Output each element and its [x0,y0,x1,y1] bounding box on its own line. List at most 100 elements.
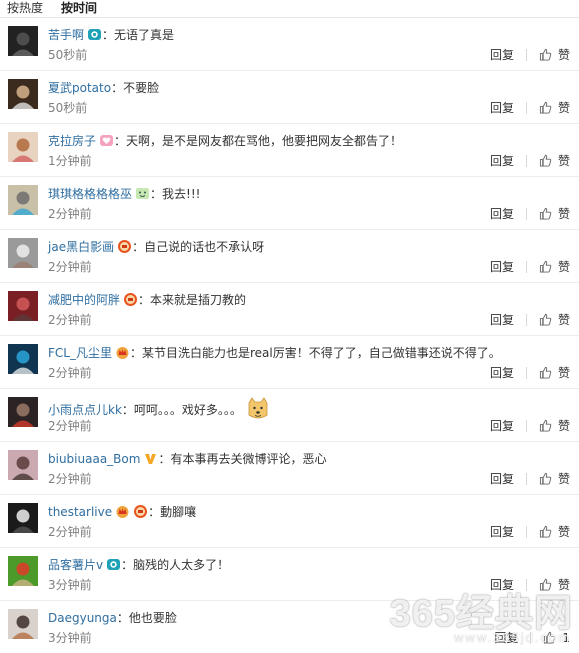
comment-line: jae黑白影画 ：自己说的话也不承认呀 [48,238,264,256]
username-link[interactable]: 夏武potato [48,81,111,95]
like-button[interactable]: 赞 [539,470,570,487]
comment-text: 他也要脸 [128,611,177,625]
comment-row: 夏武potato：不要脸 50秒前 回复 赞 [0,71,579,124]
like-label: 赞 [557,578,570,592]
comment-actions: 回复 赞 [490,152,570,169]
like-button[interactable]: 赞 [539,364,570,381]
comment-text: 有本事再去关微博评论，恶心 [170,452,327,466]
like-button[interactable]: 赞 [539,258,570,275]
like-button[interactable]: 赞 [539,99,570,116]
username-link[interactable]: jae黑白影画 [48,240,114,254]
comment-row: biubiuaaa_Bom ：有本事再去关微博评论，恶心 2分钟前 回复 赞 [0,442,579,495]
username-link[interactable]: 克拉房子 [48,134,96,148]
username-link[interactable]: 苦手啊 [48,28,84,42]
reply-button[interactable]: 回复 [490,576,514,593]
comment-actions: 回复 赞 [490,311,570,328]
comment-row: thestarlive ：動腳嚷 2分钟前 回复 赞 [0,495,579,548]
comment-line: 品客薯片v ：脑残的人太多了！ [48,556,229,574]
action-divider [525,366,527,379]
avatar[interactable] [8,556,38,586]
avatar[interactable] [8,291,38,321]
reply-button[interactable]: 回复 [490,258,514,275]
colon-separator: ： [121,403,134,417]
username-link[interactable]: 减肥中的阿胖 [48,293,120,307]
like-button[interactable]: 赞 [539,576,570,593]
comment-time: 2分钟前 [48,260,92,274]
username-link[interactable]: biubiuaaa_Bom [48,452,140,466]
username-link[interactable]: thestarlive [48,505,112,519]
comment-row: 减肥中的阿胖 ：本来就是插刀教的 2分钟前 回复 赞 [0,283,579,336]
reply-button[interactable]: 回复 [490,417,514,434]
reply-button[interactable]: 回复 [490,46,514,63]
comment-row: 克拉房子 ：天啊，是不是网友都在骂他，他要把网友全都告了！ 1分钟前 回复 赞 [0,124,579,177]
action-divider [525,525,527,538]
reply-button[interactable]: 回复 [490,364,514,381]
like-label: 赞 [557,48,570,62]
thumbs-up-icon [539,48,558,61]
like-button[interactable]: 赞 [539,417,570,434]
avatar[interactable] [8,344,38,374]
username-link[interactable]: Daegyunga [48,611,117,625]
comment-line: 苦手啊 ：无语了真是 [48,26,174,44]
tab-by-time[interactable]: 按时间 [61,0,97,17]
comment-time: 50秒前 [48,101,88,115]
comment-time: 3分钟前 [48,631,92,645]
username-link[interactable]: 琪琪格格格格巫 [48,187,132,201]
comment-actions: 回复 赞 [490,417,570,434]
like-button[interactable]: 1 [543,631,570,645]
like-label: 赞 [557,419,570,433]
reply-button[interactable]: 回复 [490,523,514,540]
action-divider [525,472,527,485]
comment-line: biubiuaaa_Bom ：有本事再去关微博评论，恶心 [48,450,326,468]
username-link[interactable]: 品客薯片v [48,558,103,572]
comment-time: 2分钟前 [48,207,92,221]
reply-button[interactable]: 回复 [490,99,514,116]
comment-text: 脑残的人太多了！ [133,558,230,572]
thumbs-up-icon [539,578,558,591]
like-button[interactable]: 赞 [539,311,570,328]
comment-line: 克拉房子 ：天啊，是不是网友都在骂他，他要把网友全都告了！ [48,132,402,150]
avatar[interactable] [8,79,38,109]
comment-text: 不要脸 [123,81,160,95]
comment-line: 夏武potato：不要脸 [48,79,159,97]
username-link[interactable]: FCL_凡尘里 [48,346,112,360]
reply-button[interactable]: 回复 [490,470,514,487]
reply-button[interactable]: 回复 [490,311,514,328]
avatar[interactable] [8,609,38,639]
red-badge-icon [123,292,138,312]
colon-separator: ： [138,293,151,307]
action-divider [525,207,527,220]
comment-row: 品客薯片v ：脑残的人太多了！ 3分钟前 回复 赞 [0,548,579,601]
avatar[interactable] [8,450,38,480]
sort-tabs: 按热度 按时间 [0,0,579,18]
avatar[interactable] [8,503,38,533]
thumbs-up-icon [539,154,558,167]
thumbs-up-icon [539,101,558,114]
comment-time: 2分钟前 [48,419,92,433]
avatar[interactable] [8,397,38,427]
colon-separator: ： [114,134,127,148]
comment-row: 琪琪格格格格巫 ：我去!!! 2分钟前 回复 赞 [0,177,579,230]
reply-button[interactable]: 回复 [490,205,514,222]
reply-button[interactable]: 回复 [490,152,514,169]
like-button[interactable]: 赞 [539,523,570,540]
like-label: 赞 [557,313,570,327]
thumbs-up-icon [539,366,558,379]
reply-button[interactable]: 回复 [494,629,518,646]
thumbs-up-icon [539,313,558,326]
avatar[interactable] [8,132,38,162]
avatar[interactable] [8,238,38,268]
tab-by-hot[interactable]: 按热度 [7,0,43,17]
username-link[interactable]: 小雨点点儿kk [48,403,122,417]
avatar[interactable] [8,185,38,215]
like-button[interactable]: 赞 [539,205,570,222]
avatar[interactable] [8,26,38,56]
camera-badge-icon [106,557,121,577]
red-badge-icon [133,504,148,524]
comment-time: 1分钟前 [48,154,92,168]
like-button[interactable]: 赞 [539,46,570,63]
comment-row: FCL_凡尘里 ：某节目洗白能力也是real厉害！不得了了，自己做错事还说不得了。… [0,336,579,389]
action-divider [525,101,527,114]
colon-separator: ： [129,346,142,360]
like-button[interactable]: 赞 [539,152,570,169]
